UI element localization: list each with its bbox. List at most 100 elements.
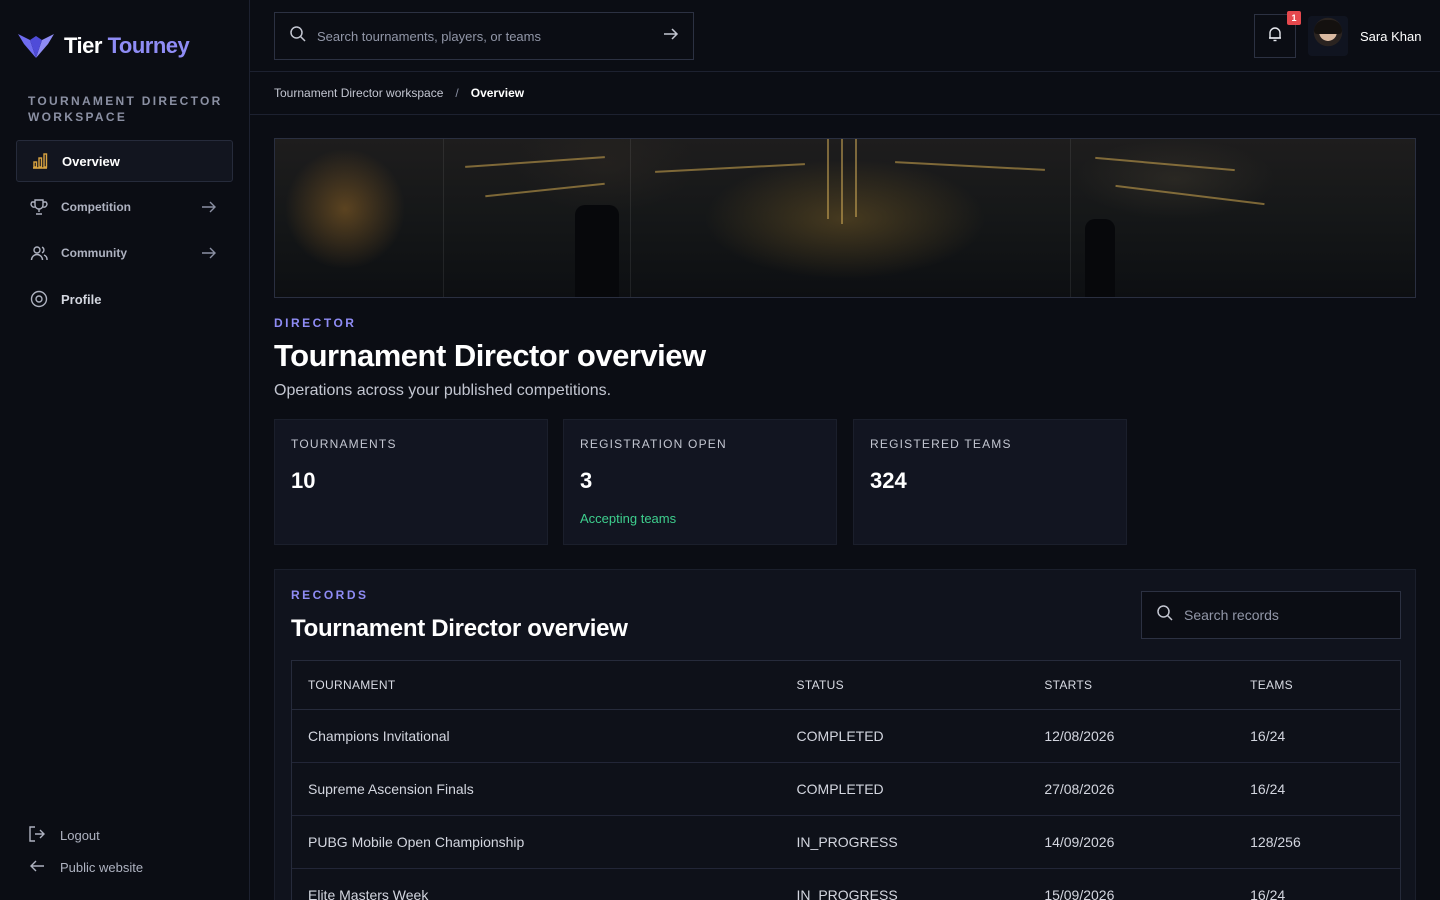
- divider: [250, 114, 1440, 115]
- table-row[interactable]: Elite Masters Week IN_PROGRESS 15/09/202…: [292, 869, 1400, 900]
- records-search-input[interactable]: [1184, 607, 1386, 623]
- cell-status: COMPLETED: [796, 781, 884, 797]
- records-table: Tournament Status Starts Teams Champions…: [291, 660, 1401, 900]
- hero-light-strip: [465, 156, 605, 168]
- sidebar-item-label: Overview: [62, 153, 120, 169]
- cell-starts: 12/08/2026: [1044, 728, 1115, 744]
- brand-logo-link[interactable]: Tier Tourney: [16, 30, 190, 62]
- users-icon: [30, 244, 48, 262]
- trophy-icon: [30, 198, 48, 216]
- workspace-label: Tournament Director Workspace: [28, 94, 223, 124]
- cell-teams: 16/24: [1250, 887, 1286, 900]
- brand-logo-icon: [18, 34, 54, 58]
- cell-status: COMPLETED: [796, 728, 884, 744]
- search-submit-arrow-icon[interactable]: [663, 26, 679, 47]
- breadcrumb-separator: /: [455, 86, 459, 100]
- table-row[interactable]: PUBG Mobile Open Championship IN_PROGRES…: [292, 816, 1400, 869]
- cell-starts: 14/09/2026: [1044, 834, 1115, 850]
- sidebar-item-profile[interactable]: Profile: [16, 278, 233, 320]
- cell-status: IN_PROGRESS: [796, 887, 898, 900]
- hero-silhouette: [1085, 219, 1115, 297]
- hero-light-strip: [485, 182, 605, 198]
- column-header-starts[interactable]: Starts: [1044, 678, 1250, 692]
- hero-light-strip: [895, 161, 1045, 171]
- records-eyebrow: RECORDS: [291, 588, 369, 602]
- avatar: [1308, 16, 1348, 56]
- cell-tournament: Champions Invitational: [308, 728, 450, 744]
- page-eyebrow: DIRECTOR: [274, 316, 357, 330]
- cell-tournament: Supreme Ascension Finals: [308, 781, 474, 797]
- cell-starts: 27/08/2026: [1044, 781, 1115, 797]
- stat-label: Tournaments: [291, 437, 397, 451]
- sidebar-item-label: Community: [61, 246, 127, 260]
- sidebar-item-overview[interactable]: Overview: [16, 140, 233, 182]
- column-header-status[interactable]: Status: [797, 678, 1045, 692]
- brand-name-tier: Tier: [64, 33, 102, 58]
- records-title: Tournament Director overview: [291, 615, 628, 642]
- breadcrumb: Tournament Director workspace / Overview: [274, 86, 524, 100]
- search-icon: [289, 25, 307, 48]
- brand-name: Tier Tourney: [64, 33, 190, 59]
- hero-silhouette: [575, 205, 619, 297]
- page-subtitle: Operations across your published competi…: [274, 382, 612, 399]
- records-panel: RECORDS Tournament Director overview Tou…: [274, 569, 1416, 900]
- sidebar: Tier Tourney Tournament Director Workspa…: [0, 0, 250, 900]
- breadcrumb-parent-link[interactable]: Tournament Director workspace: [274, 86, 443, 100]
- stat-value: 10: [291, 468, 316, 493]
- sidebar-item-label: Competition: [61, 200, 131, 214]
- brand-name-tourney: Tourney: [107, 33, 190, 58]
- public-website-label: Public website: [60, 860, 144, 875]
- hero-banner-image: [274, 138, 1416, 298]
- user-name: Sara Khan: [1360, 28, 1422, 44]
- cell-teams: 16/24: [1250, 728, 1286, 744]
- sidebar-item-community[interactable]: Community: [16, 232, 233, 274]
- cell-tournament: PUBG Mobile Open Championship: [308, 834, 525, 850]
- arrow-left-icon: [28, 857, 46, 878]
- table-row[interactable]: Supreme Ascension Finals COMPLETED 27/08…: [292, 763, 1400, 816]
- arrow-right-icon: [201, 244, 219, 262]
- cell-teams: 128/256: [1250, 834, 1301, 850]
- stat-value: 3: [580, 468, 593, 493]
- table-row[interactable]: Champions Invitational COMPLETED 12/08/2…: [292, 710, 1400, 763]
- logout-label: Logout: [60, 828, 100, 843]
- stat-label: Registration open: [580, 437, 727, 451]
- hero-panel-divider: [1070, 139, 1071, 297]
- search-icon: [1156, 604, 1174, 627]
- bell-icon: [1267, 26, 1283, 47]
- public-website-link[interactable]: Public website: [28, 857, 143, 878]
- notification-count-badge: 1: [1287, 11, 1301, 25]
- logout-link[interactable]: Logout: [28, 825, 100, 846]
- stat-card-tournaments: Tournaments 10: [274, 419, 548, 545]
- cell-status: IN_PROGRESS: [796, 834, 898, 850]
- user-menu[interactable]: Sara Khan: [1308, 16, 1421, 56]
- global-search[interactable]: [274, 12, 694, 60]
- stat-card-registered-teams: Registered teams 324: [853, 419, 1127, 545]
- sidebar-item-competition[interactable]: Competition: [16, 186, 233, 228]
- hero-light-strip: [1115, 184, 1265, 206]
- bar-chart-icon: [31, 152, 49, 170]
- cell-teams: 16/24: [1250, 781, 1286, 797]
- hero-light-beam: [841, 139, 843, 224]
- hero-light-strip: [655, 163, 805, 173]
- notifications-button[interactable]: 1: [1254, 11, 1301, 58]
- hero-panel-divider: [630, 139, 631, 297]
- global-search-input[interactable]: [317, 28, 663, 44]
- logout-icon: [28, 825, 46, 846]
- cell-tournament: Elite Masters Week: [308, 887, 429, 900]
- column-header-tournament[interactable]: Tournament: [308, 678, 797, 692]
- page-title: Tournament Director overview: [274, 338, 706, 373]
- table-header-row: Tournament Status Starts Teams: [292, 661, 1400, 710]
- topbar: 1 Sara Khan: [250, 0, 1440, 72]
- hero-panel-divider: [443, 139, 444, 297]
- cell-starts: 15/09/2026: [1044, 887, 1115, 900]
- hero-light-beam: [855, 139, 857, 217]
- breadcrumb-current: Overview: [470, 86, 525, 100]
- arrow-right-icon: [201, 198, 219, 216]
- hero-light-beam: [827, 139, 829, 219]
- sidebar-item-label: Profile: [61, 291, 102, 307]
- records-search[interactable]: [1141, 591, 1401, 639]
- stat-subtext: Accepting teams: [580, 511, 677, 526]
- gear-icon: [30, 290, 48, 308]
- stat-card-registration-open: Registration open 3 Accepting teams: [563, 419, 837, 545]
- column-header-teams[interactable]: Teams: [1250, 678, 1400, 692]
